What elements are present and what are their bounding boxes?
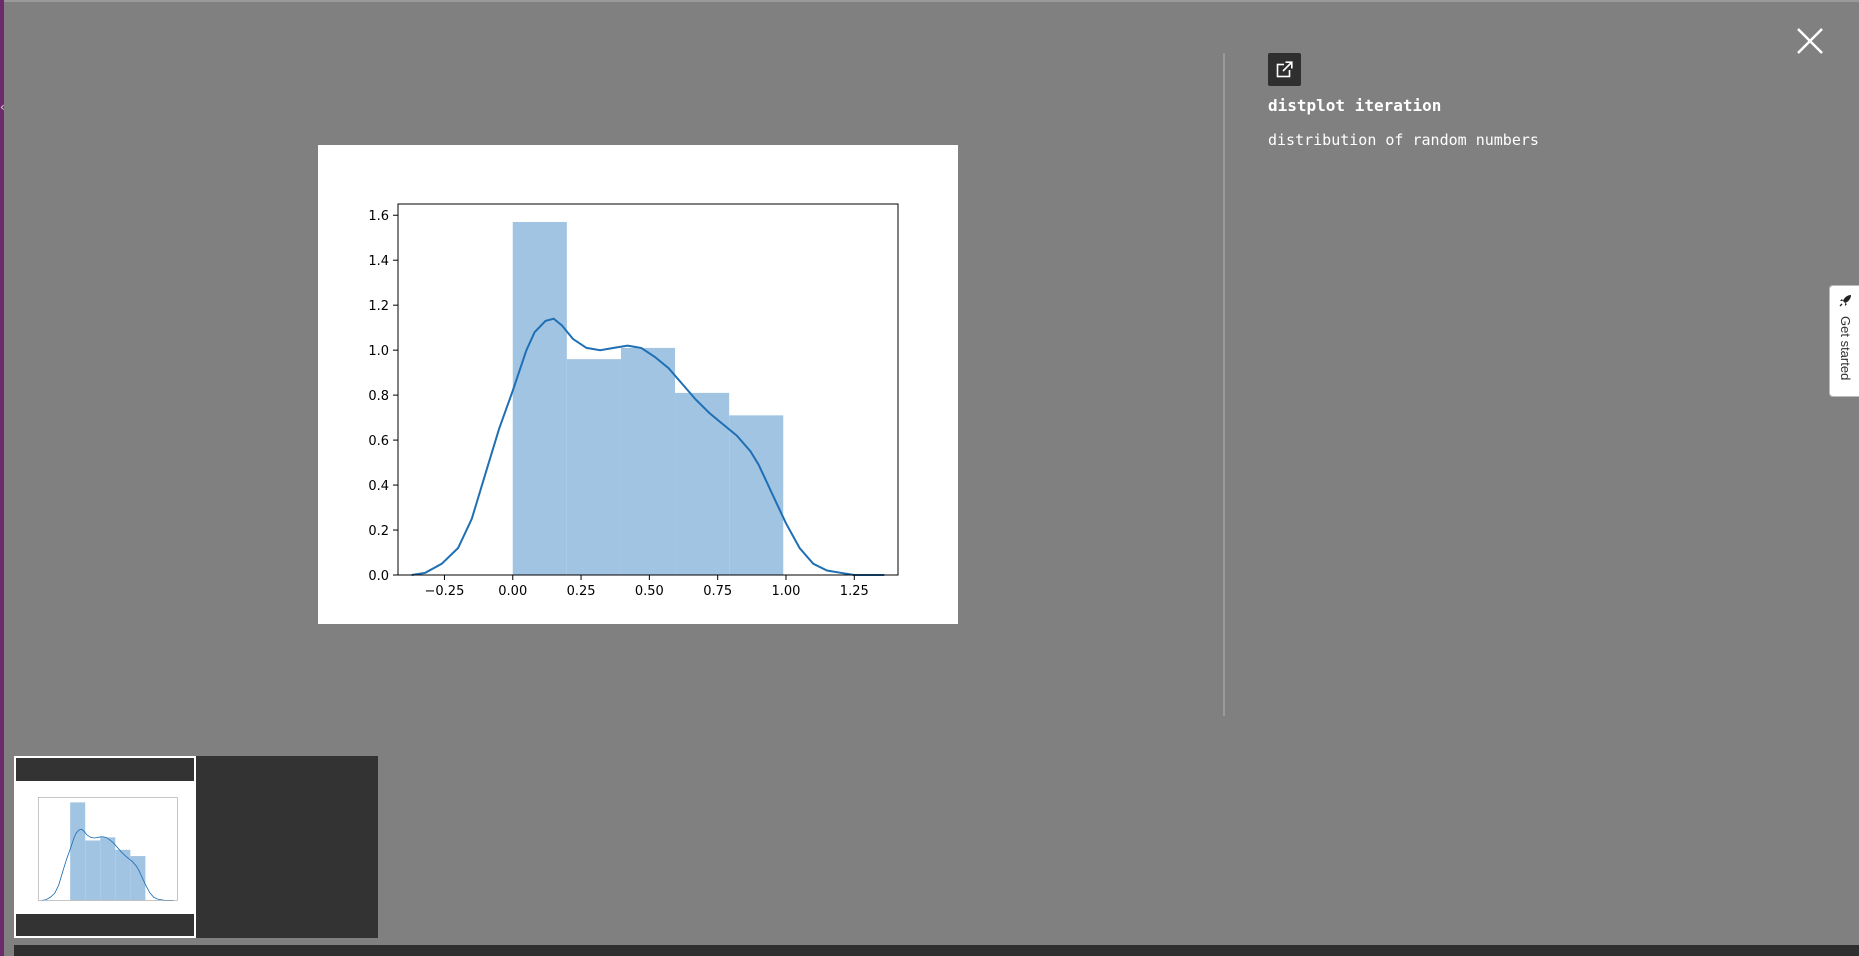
external-link-icon <box>1276 61 1293 78</box>
thumbnail-item[interactable] <box>14 756 196 938</box>
x-tick-label: −0.25 <box>425 584 465 599</box>
histogram-bar-3 <box>675 392 730 575</box>
x-tick-label: 1.25 <box>840 584 869 599</box>
y-tick-label: 1.6 <box>368 209 389 224</box>
bottom-bar <box>14 945 1859 956</box>
distplot-chart: −0.25 0.00 0.25 0.50 0.75 1.00 1.25 0.0 0.2 0.4 0.… <box>368 203 899 599</box>
histogram-bars <box>512 221 784 575</box>
x-tick-label: 0.75 <box>703 584 732 599</box>
get-started-tab[interactable]: Get started <box>1829 285 1859 397</box>
app-left-edge <box>0 0 4 956</box>
rocket-icon <box>1839 295 1851 307</box>
y-tick-label: 0.8 <box>368 389 389 404</box>
plot-title: distplot iteration <box>1268 96 1442 115</box>
panel-divider <box>1223 53 1225 716</box>
open-in-new-button[interactable] <box>1268 53 1301 86</box>
chevron-left-icon[interactable]: ‹ <box>0 100 5 114</box>
histogram-bar-0 <box>512 221 567 575</box>
y-tick-label: 0.4 <box>368 479 389 494</box>
plot-description: distribution of random numbers <box>1268 131 1539 149</box>
close-button[interactable] <box>1794 25 1826 57</box>
thumbnail-chart <box>37 797 178 901</box>
x-tick-label: 1.00 <box>772 584 801 599</box>
plot-figure: −0.25 0.00 0.25 0.50 0.75 1.00 1.25 0.0 0.2 0.4 0.… <box>318 145 958 624</box>
thumbnail-strip <box>14 756 378 938</box>
x-tick-label: 0.00 <box>498 584 527 599</box>
histogram-bar-1 <box>566 359 621 575</box>
histogram-bar-4 <box>729 415 784 575</box>
thumbnail-image <box>16 781 194 914</box>
y-tick-label: 0.6 <box>368 434 389 449</box>
y-tick-label: 0.2 <box>368 524 389 539</box>
histogram-bar-2 <box>620 347 676 575</box>
window-top-border <box>0 0 1859 2</box>
y-tick-label: 1.2 <box>368 299 389 314</box>
x-tick-label: 0.25 <box>567 584 596 599</box>
x-tick-label: 0.50 <box>635 584 664 599</box>
get-started-label: Get started <box>1838 316 1853 381</box>
close-icon <box>1797 28 1823 54</box>
y-tick-label: 1.0 <box>368 344 389 359</box>
y-tick-label: 0.0 <box>368 569 389 584</box>
y-tick-label: 1.4 <box>368 254 389 269</box>
